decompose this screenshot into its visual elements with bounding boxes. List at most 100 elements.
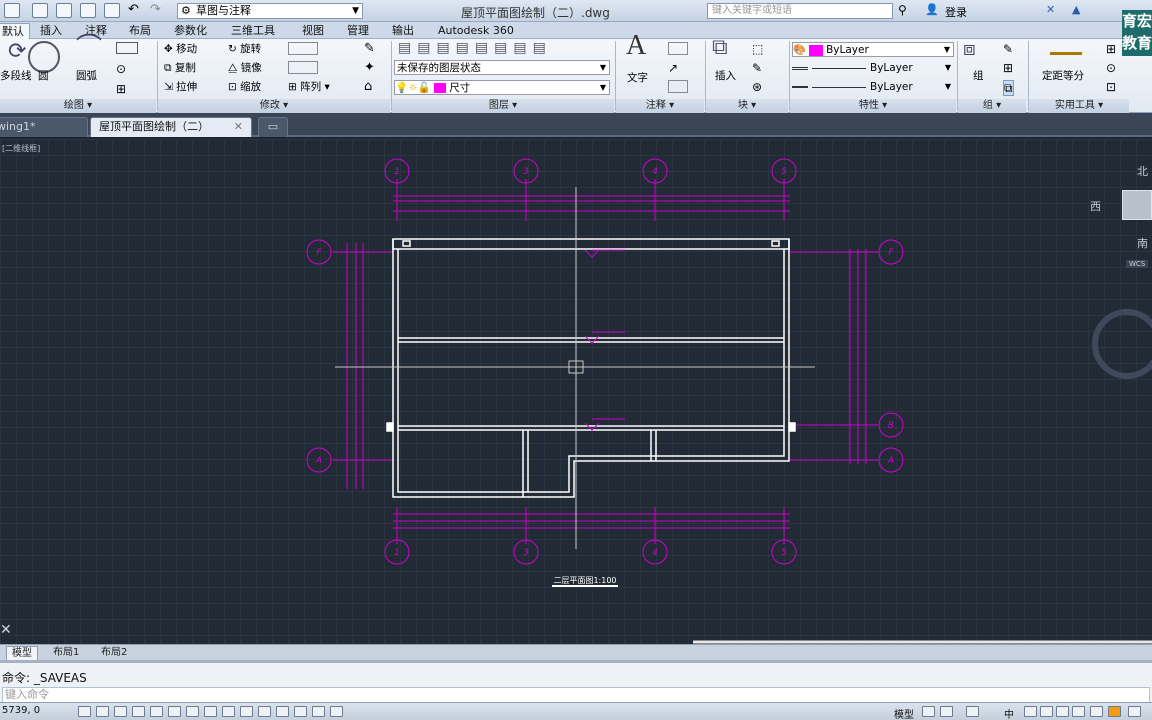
- tab-output[interactable]: 输出: [387, 23, 419, 38]
- group-button[interactable]: 组: [973, 69, 984, 83]
- tab-autodesk-360[interactable]: Autodesk 360: [433, 23, 519, 38]
- tab-default[interactable]: 默认: [0, 23, 30, 39]
- ortho-toggle[interactable]: [132, 706, 145, 717]
- snap-toggle[interactable]: [96, 706, 109, 717]
- compass-west[interactable]: 西: [1090, 198, 1101, 214]
- array-button[interactable]: ⊞ 阵列 ▾: [288, 80, 330, 94]
- layer-state-select[interactable]: 未保存的图层状态 ▼: [394, 60, 610, 75]
- id-point-icon[interactable]: ⊙: [1106, 61, 1116, 75]
- ime-settings-icon[interactable]: [1072, 706, 1085, 717]
- model-space-button[interactable]: 模型: [894, 706, 914, 720]
- ime-indicator[interactable]: 中: [1004, 706, 1014, 720]
- table-icon[interactable]: [668, 80, 688, 93]
- dyn-toggle[interactable]: [240, 706, 253, 717]
- tab-3d-tools[interactable]: 三维工具: [226, 23, 280, 38]
- quick-select-icon[interactable]: ⊡: [1106, 80, 1116, 94]
- search-input[interactable]: 键入关键字或短语: [707, 3, 893, 19]
- workspace-select[interactable]: ⚙ 草图与注释 ▼: [177, 3, 363, 19]
- triangle-help-icon[interactable]: ▲: [1072, 3, 1088, 18]
- ime-punct-icon[interactable]: [1040, 706, 1053, 717]
- open-icon[interactable]: [56, 3, 72, 18]
- redo-icon[interactable]: ↷: [150, 3, 166, 18]
- fillet-button[interactable]: [288, 61, 318, 74]
- ime-keyboard-icon[interactable]: [1056, 706, 1069, 717]
- print-icon[interactable]: [104, 3, 120, 18]
- osnap-toggle[interactable]: [168, 706, 181, 717]
- group-edit-icon[interactable]: ⊞: [1003, 61, 1013, 75]
- text-icon[interactable]: A: [626, 32, 646, 60]
- doc-tab-drawing1[interactable]: wing1*: [0, 117, 88, 137]
- hatch-icon[interactable]: ⊙: [116, 62, 126, 76]
- compass-north[interactable]: 北: [1137, 163, 1148, 179]
- ime-moon-icon[interactable]: [1024, 706, 1037, 717]
- rectangle-icon[interactable]: [116, 42, 138, 54]
- lineweight-select[interactable]: ByLayer ▼: [792, 80, 954, 95]
- polyline-button[interactable]: 多段线: [0, 69, 32, 83]
- utilities-panel-title[interactable]: 实用工具 ▾: [1029, 99, 1129, 113]
- attribute-icon[interactable]: ⊛: [752, 80, 762, 94]
- create-block-icon[interactable]: ⬚: [752, 42, 763, 56]
- annotation-panel-title[interactable]: 注释 ▾: [616, 99, 704, 113]
- quick-calc-icon[interactable]: ⊞: [1106, 42, 1116, 56]
- annotation-monitor-toggle[interactable]: [330, 706, 343, 717]
- stretch-button[interactable]: ⇲ 拉伸: [164, 80, 197, 94]
- fullscreen-icon[interactable]: [1128, 706, 1141, 717]
- arc-icon[interactable]: ⌒: [76, 35, 102, 61]
- layout-tab-layout2[interactable]: 布局2: [96, 646, 132, 659]
- layers-panel-title[interactable]: 图层 ▾: [392, 99, 614, 113]
- trim-button[interactable]: [288, 42, 318, 55]
- transparency-toggle[interactable]: [276, 706, 289, 717]
- app-menu-icon[interactable]: [4, 3, 20, 18]
- layout-tab-layout1[interactable]: 布局1: [48, 646, 84, 659]
- exchange-icon[interactable]: ✕: [1046, 3, 1062, 18]
- polar-toggle[interactable]: [150, 706, 163, 717]
- layer-select[interactable]: 💡☼🔓 尺寸 ▼: [394, 80, 610, 95]
- edit-block-icon[interactable]: ✎: [752, 61, 762, 75]
- undo-icon[interactable]: ↶: [128, 3, 144, 18]
- linetype-select[interactable]: ByLayer ▼: [792, 61, 954, 76]
- mirror-button[interactable]: ⧋ 镜像: [228, 61, 262, 75]
- close-icon[interactable]: ✕: [234, 118, 243, 136]
- drawing-canvas[interactable]: [二维线框] 1 3 4 5 1 3 4 5 F A F B A 二层平面图1:…: [0, 139, 1152, 644]
- tab-insert[interactable]: 插入: [35, 23, 67, 38]
- modify-panel-title[interactable]: 修改 ▾: [158, 99, 390, 113]
- measure-button[interactable]: 定距等分: [1042, 69, 1084, 83]
- scale-button[interactable]: ⊡ 缩放: [228, 80, 261, 94]
- binoculars-icon[interactable]: ⚲: [898, 3, 916, 18]
- block-panel-title[interactable]: 块 ▾: [706, 99, 788, 113]
- tab-layout[interactable]: 布局: [124, 23, 156, 38]
- explode-icon[interactable]: ✦: [364, 61, 375, 75]
- insert-block-icon[interactable]: ⧉: [712, 37, 728, 59]
- ducs-toggle[interactable]: [222, 706, 235, 717]
- text-button[interactable]: 文字: [627, 71, 648, 85]
- leader-icon[interactable]: ↗: [668, 61, 678, 75]
- infer-constraints-toggle[interactable]: [78, 706, 91, 717]
- layout-tab-model[interactable]: 模型: [6, 646, 38, 661]
- tab-parametric[interactable]: 参数化: [169, 23, 212, 38]
- annotation-scale-icon[interactable]: [966, 706, 979, 717]
- command-input[interactable]: 键入命令: [2, 687, 1150, 703]
- tab-view[interactable]: 视图: [297, 23, 329, 38]
- layer-tool-icons[interactable]: ▤▤▤▤▤▤▤▤: [398, 41, 552, 55]
- viewcube-face[interactable]: [1122, 190, 1152, 220]
- quick-view-layouts-icon[interactable]: [922, 706, 935, 717]
- tray-app-icon[interactable]: [1108, 706, 1121, 717]
- move-button[interactable]: ✥ 移动: [164, 42, 197, 56]
- region-icon[interactable]: ⊞: [116, 82, 126, 96]
- lineweight-toggle[interactable]: [258, 706, 271, 717]
- circle-button[interactable]: 圆: [38, 69, 49, 83]
- properties-panel-title[interactable]: 特性 ▾: [790, 99, 956, 113]
- quick-view-drawings-icon[interactable]: [940, 706, 953, 717]
- wcs-menu[interactable]: WCS: [1126, 260, 1149, 268]
- tab-manage[interactable]: 管理: [342, 23, 374, 38]
- user-icon[interactable]: 👤: [925, 3, 941, 18]
- rotate-button[interactable]: ↻ 旋转: [228, 42, 261, 56]
- erase-icon[interactable]: ✎: [364, 42, 375, 56]
- group-icon[interactable]: ⧈: [963, 38, 976, 58]
- login-button[interactable]: 登录: [945, 4, 967, 20]
- grid-toggle[interactable]: [114, 706, 127, 717]
- measure-icon[interactable]: [1050, 45, 1082, 55]
- copy-button[interactable]: ⧉ 复制: [164, 61, 196, 75]
- color-select[interactable]: 🎨 ByLayer ▼: [792, 42, 954, 57]
- doc-tab-current[interactable]: 屋顶平面图绘制（二） ✕: [90, 117, 252, 137]
